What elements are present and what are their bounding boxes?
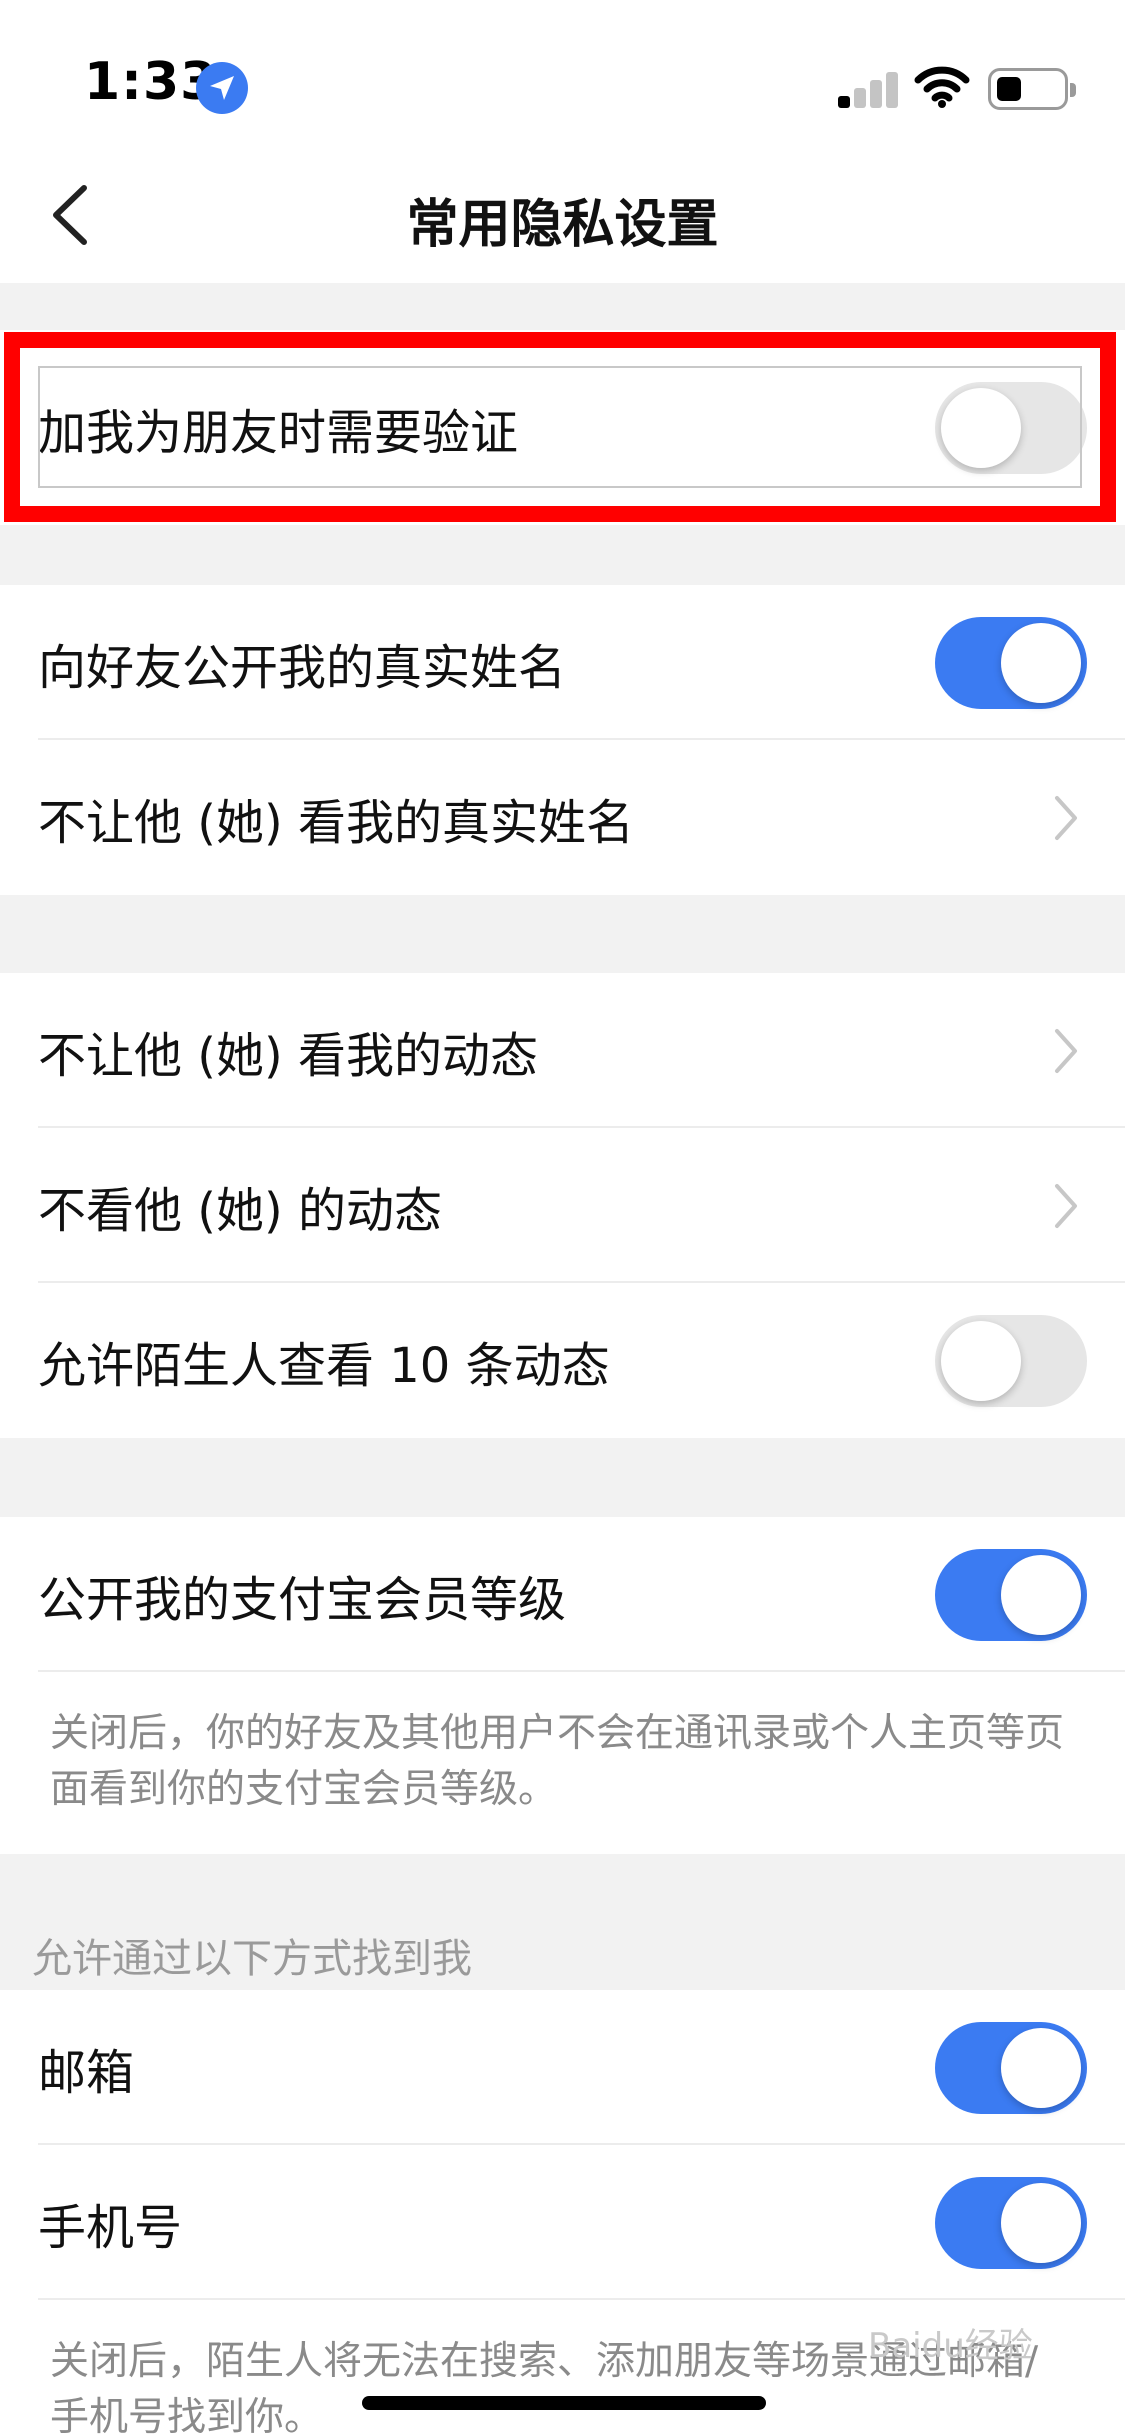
group-moments: 不让他 (她) 看我的动态 不看他 (她) 的动态 允许陌生人查看 10 条动态 bbox=[0, 973, 1125, 1438]
group-find-me: 邮箱 手机号 关闭后，陌生人将无法在搜索、添加朋友等场景通过邮箱/手机号找到你。 bbox=[0, 1990, 1125, 2436]
row-stranger-10-posts: 允许陌生人查看 10 条动态 bbox=[0, 1283, 1125, 1438]
row-phone: 手机号 bbox=[0, 2145, 1125, 2300]
phone-toggle[interactable] bbox=[935, 2176, 1087, 2269]
row-label: 公开我的支付宝会员等级 bbox=[38, 1571, 567, 1628]
email-toggle[interactable] bbox=[935, 2021, 1087, 2114]
member-level-toggle[interactable] bbox=[935, 1548, 1087, 1641]
privacy-settings-screen: 1:33 常用隐私设置 加我为朋友时需要验证 向好友公开我的真实姓名 不让他 (… bbox=[0, 0, 1125, 2436]
watermark: Baidu经验 bbox=[868, 2326, 1033, 2366]
show-real-name-toggle[interactable] bbox=[935, 616, 1087, 709]
row-hide-moments-from[interactable]: 不让他 (她) 看我的动态 bbox=[0, 973, 1125, 1128]
row-label: 手机号 bbox=[38, 2199, 183, 2256]
row-member-level: 公开我的支付宝会员等级 bbox=[0, 1517, 1125, 1672]
row-label: 不让他 (她) 看我的动态 bbox=[38, 1027, 538, 1084]
row-hide-real-name-from[interactable]: 不让他 (她) 看我的真实姓名 bbox=[0, 740, 1125, 895]
member-level-note: 关闭后，你的好友及其他用户不会在通讯录或个人主页等页面看到你的支付宝会员等级。 bbox=[50, 1711, 1065, 1812]
header-area: 1:33 常用隐私设置 bbox=[0, 0, 1125, 283]
group-member-level: 公开我的支付宝会员等级 关闭后，你的好友及其他用户不会在通讯录或个人主页等页面看… bbox=[0, 1517, 1125, 1854]
battery-icon bbox=[988, 68, 1076, 110]
group-real-name: 向好友公开我的真实姓名 不让他 (她) 看我的真实姓名 bbox=[0, 585, 1125, 895]
row-label: 向好友公开我的真实姓名 bbox=[38, 639, 567, 696]
page-title: 常用隐私设置 bbox=[406, 195, 719, 255]
row-show-real-name: 向好友公开我的真实姓名 bbox=[0, 585, 1125, 740]
highlight-box bbox=[4, 332, 1116, 522]
row-dont-see-moments[interactable]: 不看他 (她) 的动态 bbox=[0, 1128, 1125, 1283]
cellular-signal-icon bbox=[838, 70, 900, 108]
home-indicator[interactable] bbox=[362, 2396, 766, 2410]
row-label: 邮箱 bbox=[38, 2044, 135, 2101]
stranger-posts-toggle[interactable] bbox=[935, 1314, 1087, 1407]
location-arrow-icon bbox=[196, 62, 248, 114]
row-email: 邮箱 bbox=[0, 1990, 1125, 2145]
chevron-right-icon bbox=[1055, 795, 1077, 840]
row-label: 不让他 (她) 看我的真实姓名 bbox=[38, 794, 634, 851]
row-label: 允许陌生人查看 10 条动态 bbox=[38, 1337, 610, 1394]
section-header-find-me: 允许通过以下方式找到我 bbox=[32, 1936, 472, 1982]
wifi-icon bbox=[914, 66, 970, 108]
row-label: 不看他 (她) 的动态 bbox=[38, 1182, 442, 1239]
chevron-right-icon bbox=[1055, 1028, 1077, 1073]
chevron-right-icon bbox=[1055, 1183, 1077, 1228]
